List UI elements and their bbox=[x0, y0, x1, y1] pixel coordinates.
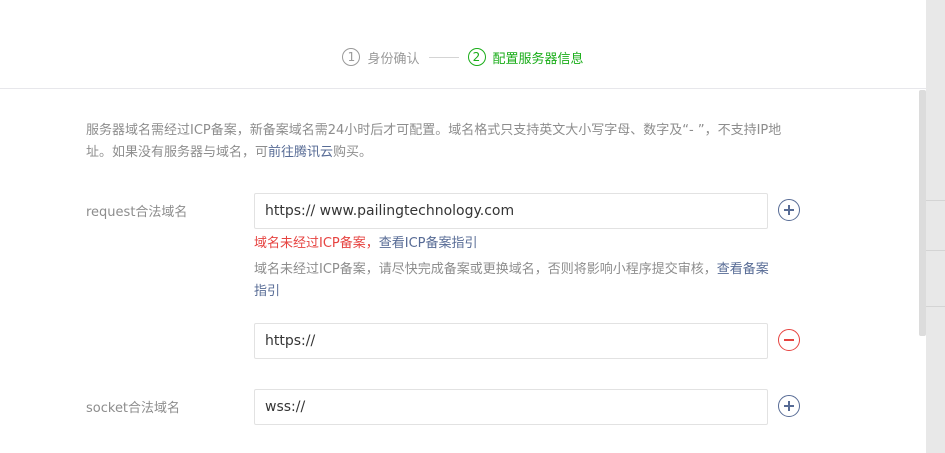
icp-guide-link[interactable]: 查看ICP备案指引 bbox=[379, 236, 478, 251]
notice-text-end: 购买。 bbox=[333, 145, 373, 160]
background-divider bbox=[926, 250, 945, 251]
icp-error-message: 域名未经过ICP备案，查看ICP备案指引 bbox=[254, 234, 478, 254]
background-divider bbox=[926, 200, 945, 201]
background-divider bbox=[926, 306, 945, 307]
step-indicator: 1 身份确认 2 配置服务器信息 bbox=[0, 46, 926, 68]
step-number-2: 2 bbox=[467, 48, 486, 66]
step-label-identity: 身份确认 bbox=[367, 51, 420, 67]
request-domain-label: request合法域名 bbox=[86, 205, 188, 220]
step-connector bbox=[428, 56, 459, 58]
icp-error-text: 域名未经过ICP备案， bbox=[254, 236, 379, 251]
icp-hint-text: 域名未经过ICP备案，请尽快完成备案或更换域名，否则将影响小程序提交审核， bbox=[254, 262, 717, 277]
step-server-config: 2 配置服务器信息 bbox=[467, 48, 584, 67]
domain-notice: 服务器域名需经过ICP备案，新备案域名需24小时后才可配置。域名格式只支持英文大… bbox=[86, 120, 798, 164]
request-domain-input-1[interactable]: https:// www.pailingtechnology.com bbox=[254, 193, 768, 229]
tencent-cloud-link[interactable]: 前往腾讯云 bbox=[268, 145, 333, 160]
add-request-domain-button[interactable] bbox=[778, 199, 800, 221]
background-panel bbox=[926, 0, 945, 453]
request-domain-input-1-value: https:// www.pailingtechnology.com bbox=[265, 203, 515, 219]
header-divider bbox=[0, 88, 926, 89]
step-label-server-config: 配置服务器信息 bbox=[492, 51, 584, 67]
notice-text: 服务器域名需经过ICP备案，新备案域名需24小时后才可配置。域名格式只支持英文大… bbox=[86, 123, 782, 160]
step-identity: 1 身份确认 bbox=[342, 48, 420, 67]
config-dialog: 1 身份确认 2 配置服务器信息 服务器域名需经过ICP备案，新备案域名需24小… bbox=[0, 0, 926, 453]
request-domain-input-2[interactable]: https:// bbox=[254, 323, 768, 359]
icp-hint-message: 域名未经过ICP备案，请尽快完成备案或更换域名，否则将影响小程序提交审核，查看备… bbox=[254, 259, 774, 303]
socket-domain-input-value: wss:// bbox=[265, 399, 306, 415]
add-socket-domain-button[interactable] bbox=[778, 395, 800, 417]
request-domain-input-2-value: https:// bbox=[265, 333, 316, 349]
scrollbar-thumb[interactable] bbox=[919, 90, 926, 336]
remove-request-domain-button[interactable] bbox=[778, 329, 800, 351]
step-number-1: 1 bbox=[342, 48, 361, 66]
socket-domain-input[interactable]: wss:// bbox=[254, 389, 768, 425]
socket-domain-label: socket合法域名 bbox=[86, 401, 181, 416]
